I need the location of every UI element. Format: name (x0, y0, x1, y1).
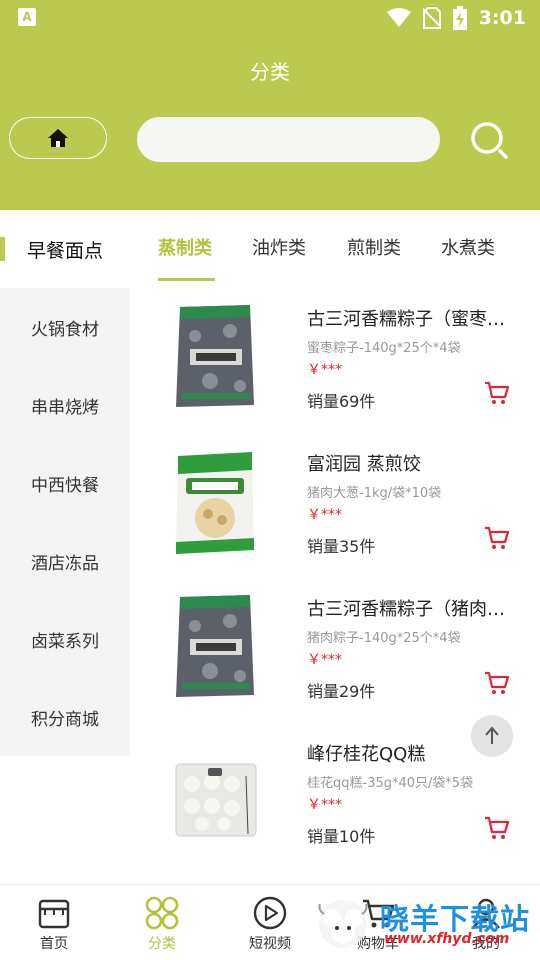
search-button[interactable] (466, 117, 512, 163)
sidebar-item-bbq[interactable]: 串串烧烤 (0, 366, 130, 444)
header-bar: A 3:01 分类 (0, 0, 540, 210)
product-price: ￥*** (307, 652, 342, 668)
product-image (176, 452, 254, 554)
sidebar-item-braised[interactable]: 卤菜系列 (0, 600, 130, 678)
product-sales: 销量29件 (307, 682, 376, 701)
product-item[interactable]: 富润园 蒸煎饺 猪肉大葱-1kg/袋*10袋 ￥*** 销量35件 (140, 438, 530, 578)
search-icon (471, 122, 508, 159)
tab-fried[interactable]: 油炸类 (252, 234, 306, 260)
sidebar-item-fastfood[interactable]: 中西快餐 (0, 444, 130, 522)
status-icons: 3:01 (386, 4, 526, 32)
subcategory-tabs: 蒸制类 油炸类 煎制类 水煮类 (140, 210, 540, 288)
nav-category[interactable]: 分类 (108, 885, 216, 960)
sidebar-item-label: 火锅食材 (31, 319, 99, 340)
scroll-to-top-button[interactable] (471, 715, 513, 757)
product-image (175, 763, 257, 837)
shop-icon (38, 899, 70, 929)
active-tab-underline (158, 278, 215, 281)
sidebar-item-label: 积分商城 (31, 709, 99, 730)
sidebar-item-label: 卤菜系列 (31, 631, 99, 652)
battery-charging-icon (452, 6, 467, 30)
no-sim-icon (422, 7, 441, 29)
add-to-cart-icon[interactable] (484, 815, 510, 841)
product-image (176, 305, 254, 407)
tab-steamed[interactable]: 蒸制类 (158, 234, 212, 260)
sidebar-item-breakfast[interactable]: 早餐面点 (0, 210, 130, 288)
product-spec: 蜜枣粽子-140g*25个*4袋 (307, 341, 461, 356)
product-item[interactable]: 古三河香糯粽子（猪肉粽子） 猪肉粽子-140g*25个*4袋 ￥*** 销量29… (140, 583, 530, 723)
sidebar-item-hotel-frozen[interactable]: 酒店冻品 (0, 522, 130, 600)
product-sales: 销量35件 (307, 537, 376, 556)
sidebar-item-label: 酒店冻品 (31, 553, 99, 574)
status-time: 3:01 (478, 7, 526, 29)
product-spec: 猪肉粽子-140g*25个*4袋 (307, 631, 461, 646)
tab-boiled[interactable]: 水煮类 (441, 234, 495, 260)
sidebar-item-hotpot[interactable]: 火锅食材 (0, 288, 130, 366)
wifi-icon (386, 8, 411, 27)
product-name: 古三河香糯粽子（猪肉粽子） (307, 599, 517, 620)
category-sidebar: 早餐面点 火锅食材 串串烧烤 中西快餐 酒店冻品 卤菜系列 积分商城 (0, 210, 130, 756)
product-item[interactable]: 峰仔桂花QQ糕 桂花qq糕-35g*40只/袋*5袋 ￥*** 销量10件 (140, 728, 530, 868)
arrow-up-icon (485, 726, 499, 744)
category-icon (145, 896, 179, 930)
nav-label: 首页 (40, 936, 68, 952)
home-icon (48, 129, 68, 147)
product-spec: 猪肉大葱-1kg/袋*10袋 (307, 486, 442, 501)
sidebar-item-label: 串串烧烤 (31, 397, 99, 418)
add-to-cart-icon[interactable] (484, 670, 510, 696)
status-bar: A 3:01 (0, 0, 540, 36)
active-indicator (0, 237, 5, 261)
sidebar-item-label: 中西快餐 (31, 475, 99, 496)
product-price: ￥*** (307, 797, 342, 813)
tab-pan-fried[interactable]: 煎制类 (347, 234, 401, 260)
search-input[interactable] (137, 117, 440, 162)
product-image (176, 595, 254, 697)
product-price: ￥*** (307, 362, 342, 378)
sidebar-item-points-mall[interactable]: 积分商城 (0, 678, 130, 756)
nav-home[interactable]: 首页 (0, 885, 108, 960)
product-name: 古三河香糯粽子（蜜枣粽子） (307, 309, 517, 330)
nav-label: 分类 (148, 936, 176, 952)
product-name: 富润园 蒸煎饺 (307, 454, 421, 475)
watermark-url: www.xfhyd.com (384, 931, 510, 947)
home-button[interactable] (9, 117, 107, 159)
nav-short-video[interactable]: 短视频 (216, 885, 324, 960)
product-item[interactable]: 古三河香糯粽子（蜜枣粽子） 蜜枣粽子-140g*25个*4袋 ￥*** 销量69… (140, 293, 530, 433)
sidebar-item-label: 早餐面点 (26, 239, 103, 262)
add-to-cart-icon[interactable] (484, 525, 510, 551)
add-to-cart-icon[interactable] (484, 380, 510, 406)
product-sales: 销量10件 (307, 827, 376, 846)
product-price: ￥*** (307, 507, 342, 523)
page-title: 分类 (250, 60, 290, 84)
play-icon (253, 896, 287, 930)
watermark: 晓羊下载站 www.xfhyd.com (312, 890, 537, 956)
sheep-logo-icon (318, 900, 368, 948)
nav-label: 短视频 (249, 936, 291, 952)
product-sales: 销量69件 (307, 392, 376, 411)
product-spec: 桂花qq糕-35g*40只/袋*5袋 (307, 776, 474, 791)
app-notification-icon: A (18, 8, 36, 26)
